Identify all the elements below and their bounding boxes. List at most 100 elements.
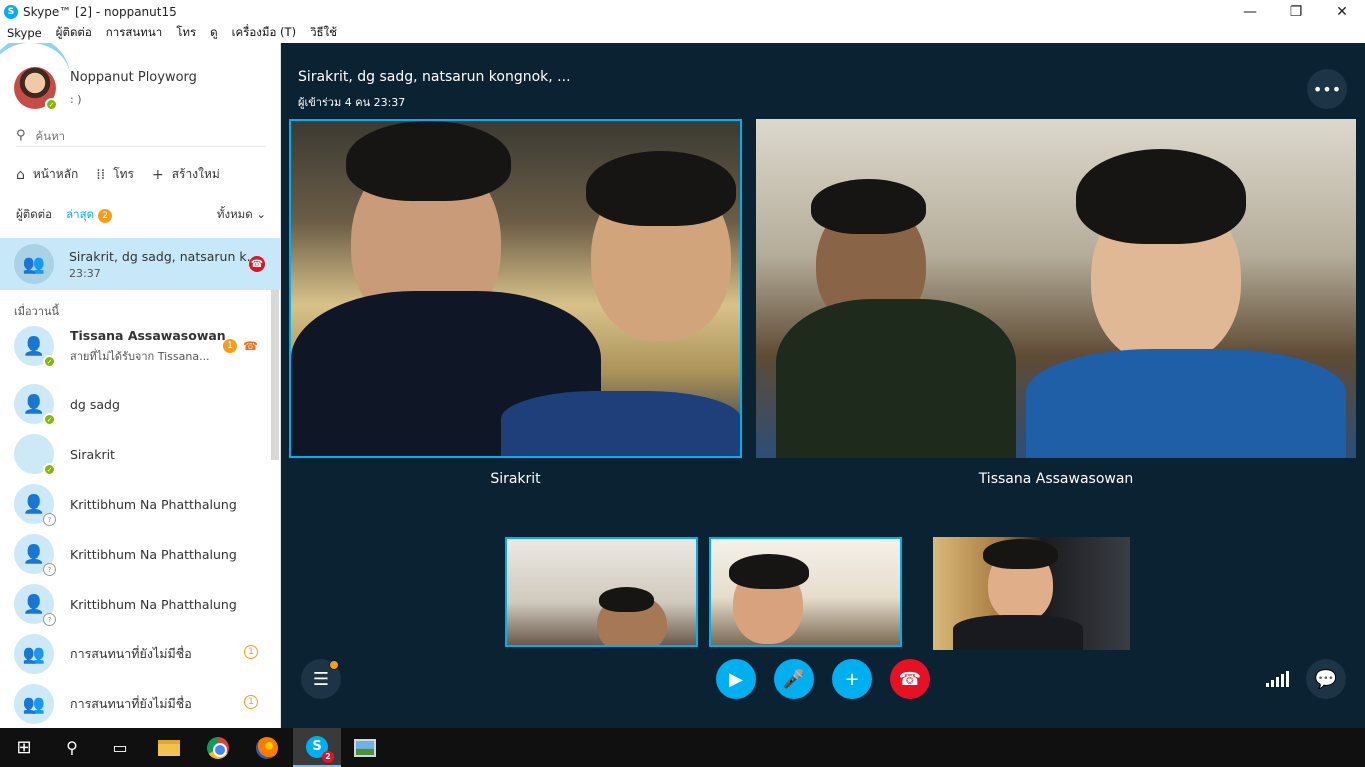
more-options-button[interactable]: ••• (1307, 69, 1347, 109)
menu-help[interactable]: วิธีใช้ (310, 24, 337, 42)
list-icon: ☰ (312, 668, 330, 690)
active-conversation[interactable]: 👥 Sirakrit, dg sadg, natsarun k... 23:37… (0, 238, 280, 290)
home-button[interactable]: ⌂ หน้าหลัก (16, 165, 78, 184)
contact-name: Tissana Assawasowan (70, 327, 226, 343)
window-title: Skype™ [2] - noppanut15 (23, 4, 177, 19)
list-item[interactable]: 👤? Krittibhum Na Phatthalung (14, 483, 272, 526)
filter-dropdown[interactable]: ทั้งหมด ⌄ (217, 206, 266, 224)
menu-skype[interactable]: Skype (7, 26, 42, 40)
user-icon: 👤 ✓ (14, 384, 56, 426)
photos-icon (354, 738, 376, 757)
video-camera-icon: ▶ (729, 668, 743, 690)
ellipsis-icon: ••• (1312, 79, 1342, 99)
photos-button[interactable] (341, 728, 389, 767)
menu-contacts[interactable]: ผู้ติดต่อ (56, 24, 92, 42)
participant-hair (586, 151, 736, 226)
list-item[interactable]: 👤 ✓ dg sadg (14, 383, 272, 426)
chat-button[interactable]: 💬 (1306, 659, 1346, 699)
sidebar: ✓ Noppanut Ployworg : ) ⚲ ⌂ หน้าหลัก ⁞⁞ … (0, 43, 281, 728)
skype-taskbar-button[interactable]: S2 (293, 728, 341, 767)
close-button[interactable]: ✕ (1319, 0, 1365, 23)
participant-hair (729, 554, 809, 589)
end-call-button[interactable]: ☎ (890, 659, 930, 699)
contact-name: Krittibhum Na Phatthalung (70, 496, 237, 512)
filter-label: ทั้งหมด (216, 207, 253, 221)
search-input[interactable] (35, 128, 236, 143)
call-title: Sirakrit, dg sadg, natsarun kongnok, ... (298, 69, 571, 85)
online-status-icon: ✓ (43, 463, 56, 476)
taskbar-search-button[interactable]: ⚲ (48, 728, 96, 767)
task-view-button[interactable]: ▭ (96, 728, 144, 767)
participant-hair (1076, 149, 1246, 244)
menu-call[interactable]: โทร (176, 24, 196, 42)
list-item[interactable]: 👤? Krittibhum Na Phatthalung (14, 583, 272, 626)
list-item[interactable]: ✓ Sirakrit (14, 433, 272, 476)
call-button[interactable]: ⁞⁞ โทร (96, 165, 134, 184)
minimize-button[interactable]: — (1227, 0, 1273, 23)
mute-button[interactable]: 🎤 (774, 659, 814, 699)
signal-strength-icon[interactable] (1266, 671, 1289, 687)
chat-bubble-icon: 💬 (1314, 668, 1338, 690)
group-icon: 👥 (14, 244, 54, 284)
home-icon: ⌂ (16, 166, 25, 183)
menu-view[interactable]: ดู (210, 24, 217, 42)
menu-conversations[interactable]: การสนทนา (106, 24, 162, 42)
video-feed-tissana[interactable] (756, 119, 1356, 458)
list-item[interactable]: 👥 การสนทนาที่ยังไม่มีชื่อ 1 (14, 633, 272, 675)
avatar[interactable]: ✓ (14, 67, 58, 111)
file-explorer-button[interactable] (145, 728, 193, 767)
online-status-icon: ✓ (45, 98, 58, 111)
taskbar: ⊞ ⚲ ▭ S2 (0, 728, 1365, 767)
chrome-button[interactable] (194, 728, 242, 767)
hang-up-icon: ☎ (898, 668, 922, 690)
start-button[interactable]: ⊞ (0, 728, 48, 767)
participant-hair (346, 121, 511, 201)
group-icon: 👥 (14, 684, 54, 724)
list-item[interactable]: 👤? Krittibhum Na Phatthalung (14, 533, 272, 576)
contact-name: Sirakrit (70, 446, 115, 462)
profile-mood[interactable]: : ) (70, 93, 197, 106)
participant-name-left: Sirakrit (490, 471, 541, 487)
participant-shirt (776, 299, 1016, 458)
task-view-icon: ▭ (112, 738, 128, 757)
skype-logo-icon: S (4, 4, 18, 19)
microphone-icon: 🎤 (782, 668, 806, 690)
sidebar-nav: ⌂ หน้าหลัก ⁞⁞ โทร + สร้างใหม่ (16, 165, 238, 184)
video-thumbnail[interactable] (505, 537, 698, 647)
contact-name: Krittibhum Na Phatthalung (70, 596, 237, 612)
search-icon: ⚲ (66, 738, 78, 757)
online-status-icon: ✓ (43, 355, 56, 368)
profile[interactable]: ✓ Noppanut Ployworg : ) (14, 67, 197, 111)
list-item[interactable]: 👥 การสนทนาที่ยังไม่มีชื่อ 1 (14, 683, 272, 725)
participant-name-right: Tissana Assawasowan (978, 471, 1134, 487)
section-yesterday: เมื่อวานนี้ (14, 305, 60, 318)
tab-contacts[interactable]: ผู้ติดต่อ (16, 206, 52, 224)
firefox-icon (256, 736, 278, 759)
plus-icon: + (152, 166, 164, 183)
user-icon: 👤 ✓ (14, 326, 56, 368)
tab-recent[interactable]: ล่าสุด 2 (66, 206, 113, 224)
menu-tools[interactable]: เครื่องมือ (T) (232, 24, 296, 42)
video-feed-sirakrit[interactable] (289, 119, 742, 458)
firefox-button[interactable] (243, 728, 291, 767)
show-conversation-button[interactable]: ☰ (301, 659, 341, 699)
video-thumbnail[interactable] (709, 537, 902, 647)
contact-tabs: ผู้ติดต่อ ล่าสุด 2 ทั้งหมด ⌄ (16, 206, 266, 224)
video-toggle-button[interactable]: ▶ (716, 659, 756, 699)
chevron-down-icon: ⌄ (256, 207, 266, 221)
unknown-status-icon: ? (43, 613, 56, 626)
participant-hair (983, 539, 1058, 569)
restore-button[interactable]: ❐ (1273, 0, 1319, 23)
create-button[interactable]: + สร้างใหม่ (152, 165, 220, 184)
contact-name: การสนทนาที่ยังไม่มีชื่อ (70, 646, 192, 661)
title-bar: S Skype™ [2] - noppanut15 — ❐ ✕ (0, 0, 1365, 23)
contact-name: Krittibhum Na Phatthalung (70, 546, 237, 562)
add-participant-button[interactable]: + (832, 659, 872, 699)
video-thumbnail[interactable] (933, 537, 1130, 650)
contact-name: dg sadg (70, 396, 120, 412)
list-item[interactable]: 👤 ✓ Tissana Assawasowan สายที่ไม่ได้รับจา… (14, 325, 272, 368)
unknown-status-icon: ? (43, 563, 56, 576)
unread-badge: 1 (244, 695, 258, 709)
scrollbar[interactable] (271, 290, 279, 460)
user-icon: 👤? (14, 534, 56, 576)
